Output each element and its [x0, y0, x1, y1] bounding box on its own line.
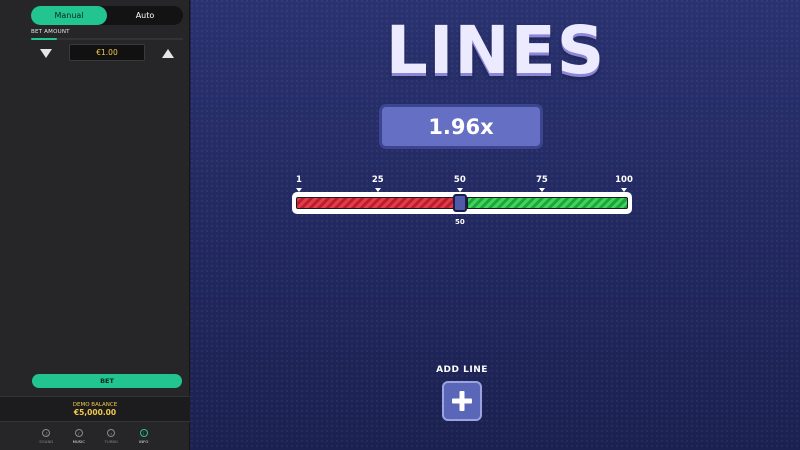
- info-button[interactable]: i INFO: [128, 423, 161, 450]
- add-line-button[interactable]: [442, 381, 482, 421]
- game-title: LINES: [385, 12, 606, 89]
- bet-amount-field[interactable]: €1.00: [69, 44, 145, 61]
- sound-icon: ♫: [42, 429, 51, 437]
- slider-tick-label: 1: [296, 175, 302, 185]
- tab-manual[interactable]: Manual: [31, 6, 107, 25]
- slider-tick-label: 50: [453, 175, 466, 185]
- tab-auto[interactable]: Auto: [107, 6, 183, 25]
- sound-label: SOUND: [39, 439, 54, 444]
- slider-value-label: 50: [454, 218, 465, 226]
- balance-value: €5,000.00: [73, 408, 117, 417]
- music-label: MUSIC: [72, 439, 85, 444]
- slider-lose-segment: [297, 198, 453, 208]
- slider-handle[interactable]: [452, 194, 467, 212]
- triangle-down-icon: [40, 48, 52, 58]
- sound-button[interactable]: ♫ SOUND: [30, 423, 63, 450]
- slider-tick-label: 75: [536, 175, 548, 185]
- music-icon: ♪: [74, 429, 83, 437]
- music-button[interactable]: ♪ MUSIC: [63, 423, 96, 450]
- slider-tick-mark: [621, 188, 627, 193]
- turbo-label: TURBO: [104, 439, 118, 444]
- decrease-bet-button[interactable]: [39, 47, 53, 59]
- multiplier-display: 1.96x: [379, 104, 543, 149]
- info-icon: i: [139, 429, 148, 437]
- info-label: INFO: [139, 439, 149, 444]
- game-area: LINES 1.96x 50 1 25 50 75 100 ADD LINE: [191, 0, 800, 450]
- footer-nav: ♫ SOUND ♪ MUSIC » TURBO i INFO: [0, 423, 190, 450]
- plus-icon: [452, 391, 472, 411]
- turbo-button[interactable]: » TURBO: [95, 423, 128, 450]
- bet-button[interactable]: BET: [32, 374, 182, 388]
- slider-tick-mark: [456, 188, 463, 193]
- control-sidebar: Manual Auto BET AMOUNT €1.00 BET DEMO BA…: [0, 0, 190, 450]
- balance-panel: DEMO BALANCE €5,000.00: [0, 396, 190, 422]
- slider-tick-label: 25: [371, 175, 384, 185]
- increase-bet-button[interactable]: [161, 47, 175, 59]
- slider-win-segment: [467, 198, 627, 208]
- mode-toggle: Manual Auto: [31, 6, 183, 25]
- bet-amount-indicator: [31, 38, 57, 40]
- slider-tick-mark: [538, 188, 545, 193]
- add-line-label: ADD LINE: [436, 365, 488, 375]
- slider-tick-mark: [296, 188, 302, 193]
- bet-amount-label: BET AMOUNT: [31, 29, 70, 35]
- slider-tick-label: 100: [615, 175, 633, 185]
- triangle-up-icon: [162, 48, 174, 58]
- turbo-icon: »: [107, 429, 116, 437]
- slider-tick-mark: [374, 188, 381, 193]
